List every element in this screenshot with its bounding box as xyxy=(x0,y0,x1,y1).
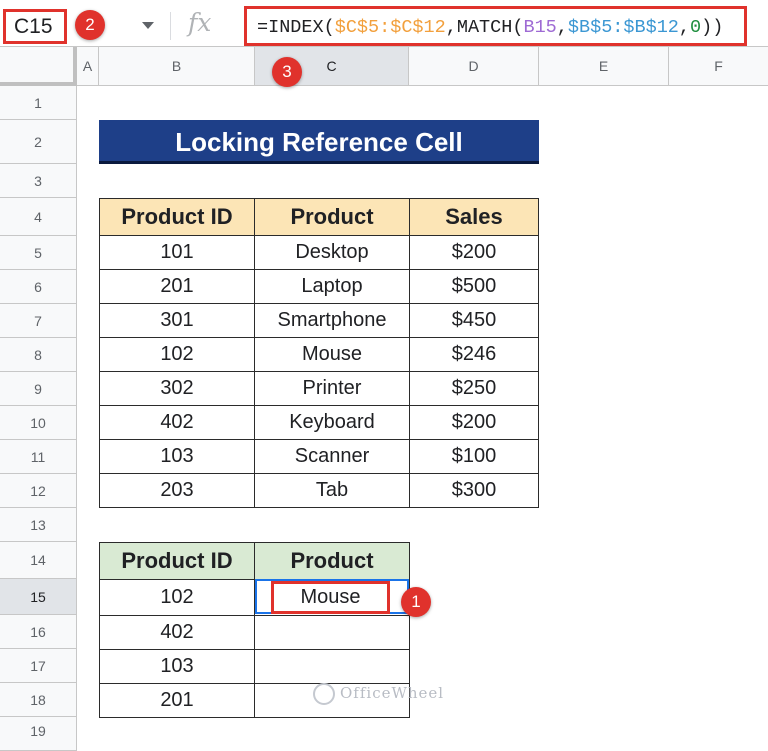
row-header[interactable]: 4 xyxy=(0,198,77,236)
formula-part: B15 xyxy=(523,17,557,38)
table-cell[interactable]: 103 xyxy=(99,649,255,684)
name-box[interactable]: C15 xyxy=(3,9,67,44)
formula-part: $C$5:$C$12 xyxy=(334,17,446,38)
watermark-logo-icon xyxy=(313,683,335,705)
watermark: OfficeWheel xyxy=(340,684,445,702)
row-header[interactable]: 18 xyxy=(0,683,77,717)
table-cell[interactable]: $500 xyxy=(409,269,539,304)
table-cell[interactable]: Laptop xyxy=(254,269,410,304)
formula-input[interactable]: =INDEX($C$5:$C$12,MATCH(B15,$B$5:$B$12,0… xyxy=(244,6,747,46)
table-cell[interactable]: 301 xyxy=(99,303,255,338)
table-header-cell[interactable]: Product ID xyxy=(99,198,255,236)
table-cell[interactable]: $200 xyxy=(409,405,539,440)
formula-part: 0 xyxy=(690,17,702,38)
table-cell[interactable] xyxy=(254,615,410,650)
column-header-f[interactable]: F xyxy=(669,47,768,86)
row-header[interactable]: 9 xyxy=(0,372,77,406)
formula-part: )) xyxy=(701,17,724,38)
formula-part: , xyxy=(678,17,691,38)
row-header[interactable]: 8 xyxy=(0,338,77,372)
table-cell[interactable]: Keyboard xyxy=(254,405,410,440)
table-cell[interactable]: $450 xyxy=(409,303,539,338)
step-badge-3: 3 xyxy=(272,57,302,87)
step-badge-2: 2 xyxy=(75,10,105,40)
row-header[interactable]: 19 xyxy=(0,717,77,751)
table-cell[interactable]: Desktop xyxy=(254,235,410,270)
table-header-cell[interactable]: Product xyxy=(254,198,410,236)
table-cell[interactable]: 201 xyxy=(99,683,255,718)
table-cell[interactable]: 103 xyxy=(99,439,255,474)
row-header[interactable]: 3 xyxy=(0,164,77,198)
column-header-e[interactable]: E xyxy=(539,47,669,86)
row-header[interactable]: 5 xyxy=(0,236,77,270)
row-header[interactable]: 10 xyxy=(0,406,77,440)
row-header[interactable]: 12 xyxy=(0,474,77,508)
step-badge-1: 1 xyxy=(401,587,431,617)
sheet-title[interactable]: Locking Reference Cell xyxy=(99,120,539,164)
column-header-d[interactable]: D xyxy=(409,47,539,86)
table-cell[interactable]: Smartphone xyxy=(254,303,410,338)
table-cell[interactable]: Tab xyxy=(254,473,410,508)
row-header[interactable]: 11 xyxy=(0,440,77,474)
table-cell[interactable] xyxy=(254,649,410,684)
row-header[interactable]: 15 xyxy=(0,579,77,615)
table-header-cell[interactable]: Product xyxy=(254,542,410,580)
table-cell[interactable]: $300 xyxy=(409,473,539,508)
chevron-down-icon[interactable] xyxy=(142,22,154,29)
select-all-corner[interactable] xyxy=(0,47,77,86)
table-header-cell[interactable]: Sales xyxy=(409,198,539,236)
row-header[interactable]: 2 xyxy=(0,120,77,164)
table-cell[interactable]: 402 xyxy=(99,405,255,440)
table-cell[interactable]: 201 xyxy=(99,269,255,304)
row-header[interactable]: 16 xyxy=(0,615,77,649)
table-cell[interactable]: 302 xyxy=(99,371,255,406)
row-header[interactable]: 14 xyxy=(0,542,77,579)
table-cell[interactable]: 101 xyxy=(99,235,255,270)
table-cell[interactable]: $246 xyxy=(409,337,539,372)
fx-icon: fx xyxy=(188,8,212,37)
row-header[interactable]: 6 xyxy=(0,270,77,304)
table-cell[interactable]: $250 xyxy=(409,371,539,406)
table-cell[interactable]: 402 xyxy=(99,615,255,650)
table-cell[interactable]: Scanner xyxy=(254,439,410,474)
table-cell[interactable]: 203 xyxy=(99,473,255,508)
table-cell[interactable]: 102 xyxy=(99,579,255,616)
table-cell[interactable]: 102 xyxy=(99,337,255,372)
formula-part: , xyxy=(556,17,568,38)
column-header-b[interactable]: B xyxy=(99,47,255,86)
table-cell[interactable]: $100 xyxy=(409,439,539,474)
row-header[interactable]: 1 xyxy=(0,86,77,120)
result-cell[interactable]: Mouse xyxy=(271,581,390,614)
row-header[interactable]: 7 xyxy=(0,304,77,338)
row-header[interactable]: 13 xyxy=(0,508,77,542)
formula-part: $B$5:$B$12 xyxy=(567,17,679,38)
table-cell[interactable]: $200 xyxy=(409,235,539,270)
column-header-a[interactable]: A xyxy=(77,47,99,86)
divider xyxy=(170,12,171,40)
table-cell[interactable]: Mouse xyxy=(254,337,410,372)
table-header-cell[interactable]: Product ID xyxy=(99,542,255,580)
formula-part: =INDEX( xyxy=(257,17,335,38)
table-cell[interactable]: Printer xyxy=(254,371,410,406)
formula-part: ,MATCH( xyxy=(445,17,524,38)
row-header[interactable]: 17 xyxy=(0,649,77,683)
